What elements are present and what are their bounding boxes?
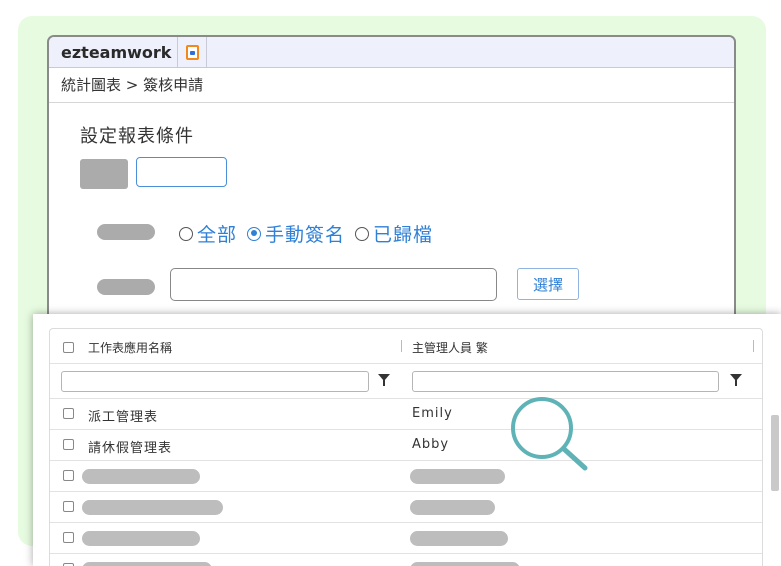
- results-panel: 工作表應用名稱 主管理人員 繁 派工管理表 Emily 請休假管理表 Abby: [33, 314, 781, 566]
- row-checkbox[interactable]: [63, 470, 74, 481]
- row-checkbox[interactable]: [63, 408, 74, 419]
- section-title: 設定報表條件: [80, 126, 194, 147]
- column-header-name[interactable]: 工作表應用名稱: [88, 339, 172, 356]
- title-bar: ezteamwork: [49, 37, 734, 68]
- radio-all[interactable]: 全部: [179, 220, 237, 247]
- radio-button[interactable]: [355, 226, 370, 241]
- cell-manager: Abby: [412, 437, 450, 452]
- select-all-checkbox[interactable]: [63, 342, 74, 353]
- column-divider[interactable]: [753, 340, 754, 352]
- grid-header: 工作表應用名稱 主管理人員 繁: [50, 329, 762, 364]
- radio-archived[interactable]: 已歸檔: [355, 220, 433, 247]
- name-filter-input[interactable]: [61, 371, 369, 392]
- redacted-cell: [410, 469, 505, 484]
- redacted-cell: [82, 469, 200, 484]
- redacted-cell: [82, 500, 223, 515]
- grid-scrollbar[interactable]: [771, 415, 779, 491]
- redacted-cell: [410, 562, 520, 566]
- redacted-cell: [82, 531, 200, 546]
- redacted-cell: [410, 531, 508, 546]
- column-header-manager[interactable]: 主管理人員 繁: [412, 339, 488, 356]
- redacted-cell: [82, 562, 212, 566]
- table-row[interactable]: [50, 461, 762, 492]
- table-row[interactable]: 請休假管理表 Abby: [50, 430, 762, 461]
- cell-name: 派工管理表: [88, 410, 159, 425]
- radio-label: 全部: [197, 224, 238, 246]
- column-divider[interactable]: [401, 340, 402, 352]
- table-row[interactable]: [50, 554, 762, 566]
- radio-button[interactable]: [247, 226, 262, 241]
- cell-manager: Emily: [412, 406, 453, 421]
- radio-label: 已歸檔: [373, 224, 434, 246]
- redacted-label: [80, 159, 128, 189]
- cell-name: 請休假管理表: [88, 441, 173, 456]
- status-radio-group: 全部 手動簽名 已歸檔: [179, 220, 443, 247]
- redacted-label: [97, 224, 155, 240]
- brand-logo: ezteamwork: [61, 42, 172, 62]
- funnel-filter-icon[interactable]: [378, 374, 390, 386]
- filter-row: [50, 364, 762, 399]
- app-document-icon: [185, 44, 199, 60]
- data-grid: 工作表應用名稱 主管理人員 繁 派工管理表 Emily 請休假管理表 Abby: [49, 328, 779, 566]
- funnel-filter-icon[interactable]: [730, 374, 742, 386]
- redacted-label: [97, 279, 155, 295]
- selection-input[interactable]: [170, 268, 497, 301]
- row-checkbox[interactable]: [63, 532, 74, 543]
- condition-input[interactable]: [136, 157, 227, 187]
- select-button[interactable]: 選擇: [517, 268, 579, 300]
- table-row[interactable]: [50, 523, 762, 554]
- radio-label: 手動簽名: [265, 224, 346, 246]
- table-row[interactable]: [50, 492, 762, 523]
- radio-button[interactable]: [179, 226, 193, 241]
- radio-manual-sign[interactable]: 手動簽名: [247, 220, 345, 247]
- app-tab[interactable]: [177, 37, 208, 67]
- app-window: ezteamwork 統計圖表 > 簽核申請 設定報表條件 全部 手動簽名 已歸…: [47, 35, 736, 339]
- row-checkbox[interactable]: [63, 439, 74, 450]
- manager-filter-input[interactable]: [412, 371, 719, 392]
- breadcrumb: 統計圖表 > 簽核申請: [49, 68, 734, 103]
- table-row[interactable]: 派工管理表 Emily: [50, 399, 762, 430]
- redacted-cell: [410, 500, 495, 515]
- row-checkbox[interactable]: [63, 501, 74, 512]
